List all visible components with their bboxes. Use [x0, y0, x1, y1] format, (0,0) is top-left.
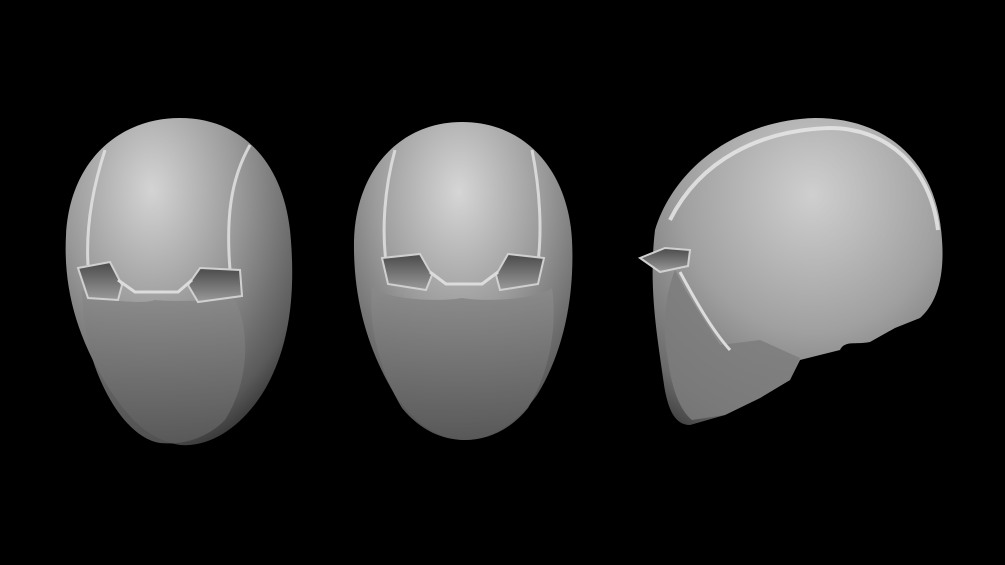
face-mask-plate: [371, 288, 554, 440]
helmet-view-side: [637, 118, 943, 425]
render-viewport: [0, 0, 1005, 565]
face-mask-plate: [82, 290, 246, 444]
eye-slot-right: [186, 266, 244, 304]
helmet-view-front-tilted: [65, 118, 293, 446]
helmet-view-front: [353, 122, 573, 440]
helmet-render: [65, 118, 943, 446]
